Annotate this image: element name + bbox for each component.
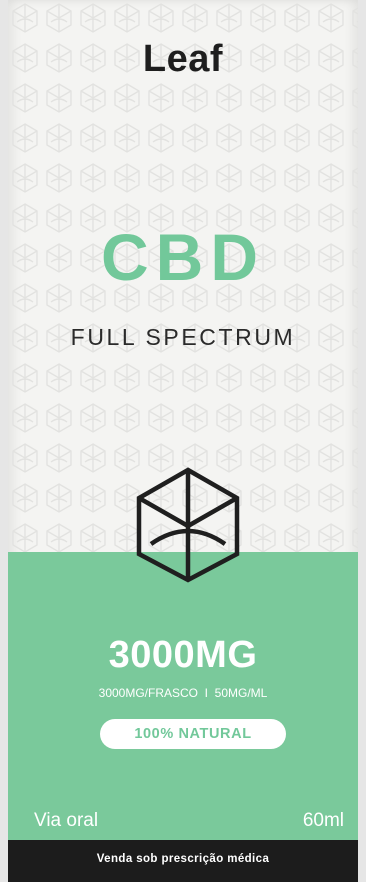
green-panel: 3000MG 3000MG/FRASCO I 50MG/ML 100% NATU… xyxy=(8,552,358,840)
cannabis-leaf-hexagon-icon xyxy=(136,467,240,583)
prescription-bar: Venda sob prescrição médica xyxy=(8,840,358,882)
volume-label: 60ml xyxy=(302,810,344,831)
strength-label: 3000MG xyxy=(108,634,258,676)
product-title: CBD xyxy=(101,220,265,294)
prescription-notice: Venda sob prescrição médica xyxy=(96,853,270,865)
natural-badge: 100% NATURAL xyxy=(100,719,286,749)
brand-name: Leaf xyxy=(142,38,224,80)
product-subtitle: FULL SPECTRUM xyxy=(70,324,296,350)
product-box: Leaf CBD FULL SPECTRUM 3000MG 3000MG/FRA… xyxy=(8,0,358,882)
administration-route: Via oral xyxy=(34,810,99,831)
dosage-info: 3000MG/FRASCO I 50MG/ML xyxy=(98,686,268,700)
